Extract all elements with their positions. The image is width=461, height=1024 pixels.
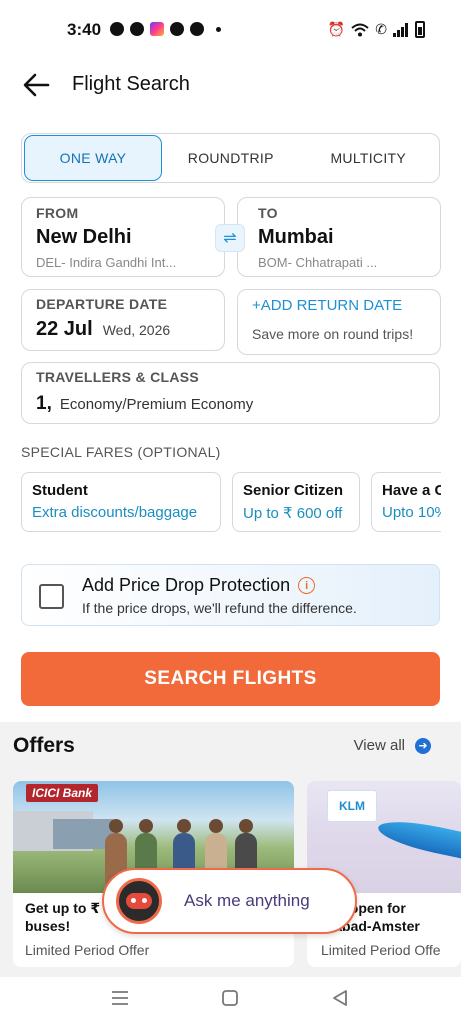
price-drop-title: Add Price Drop Protection xyxy=(82,575,291,595)
view-all-link[interactable]: View all ➜ xyxy=(354,737,431,754)
swap-cities-button[interactable]: ⇌ xyxy=(215,224,245,252)
fare-title: Senior Citizen xyxy=(243,482,344,499)
page-title: Flight Search xyxy=(72,73,190,95)
view-all-label: View all xyxy=(353,737,405,754)
to-airport: BOM- Chhatrapati ... xyxy=(258,255,378,270)
offer-text-line: buses! xyxy=(25,918,71,934)
fare-student[interactable]: Student Extra discounts/baggage xyxy=(21,472,221,532)
offer-text-line: Get up to ₹ xyxy=(25,900,101,916)
fare-subtitle: Up to ₹ 600 off xyxy=(243,505,343,522)
search-flights-button[interactable]: SEARCH FLIGHTS xyxy=(21,652,440,706)
recent-apps-icon[interactable] xyxy=(108,987,132,1009)
info-icon[interactable]: i xyxy=(298,577,316,594)
arrow-right-icon: ➜ xyxy=(415,737,431,754)
departure-date-field[interactable]: DEPARTURE DATE 22 Jul Wed, 2026 xyxy=(21,289,225,351)
special-fares-title: SPECIAL FARES (OPTIONAL) xyxy=(21,444,221,460)
offers-section: Offers View all ➜ ICICI Bank Get up to ₹… xyxy=(0,722,461,977)
tab-one-way[interactable]: ONE WAY xyxy=(24,135,162,181)
travel-class: Economy/Premium Economy xyxy=(59,396,254,413)
hotstar-icon xyxy=(190,22,204,36)
from-label: FROM xyxy=(36,205,79,221)
alarm-icon: ⏰ xyxy=(327,21,346,37)
status-bar: 3:40 ⏰ ✆ xyxy=(0,0,461,60)
fare-subtitle: Extra discounts/baggage xyxy=(32,504,198,521)
add-return-date-link[interactable]: +ADD RETURN DATE xyxy=(252,297,426,314)
fare-subtitle: Upto 10% xyxy=(382,504,441,521)
offers-title: Offers xyxy=(13,734,75,757)
price-drop-protection[interactable]: Add Price Drop Protection i If the price… xyxy=(21,564,440,626)
system-icons: ⏰ ✆ xyxy=(328,21,425,38)
icici-logo: ICICI Bank xyxy=(26,784,99,802)
to-field[interactable]: TO Mumbai BOM- Chhatrapati ... xyxy=(237,197,441,277)
airplane-image xyxy=(375,814,461,866)
fare-senior-citizen[interactable]: Senior Citizen Up to ₹ 600 off xyxy=(232,472,360,532)
price-drop-subtitle: If the price drops, we'll refund the dif… xyxy=(82,600,357,616)
ask-me-anything-button[interactable]: Ask me anything xyxy=(102,868,357,934)
travellers-label: TRAVELLERS & CLASS xyxy=(36,369,200,385)
travellers-class-field[interactable]: TRAVELLERS & CLASS 1, Economy/Premium Ec… xyxy=(21,362,440,424)
wifi-icon xyxy=(351,23,369,36)
departure-date: 22 Jul xyxy=(36,318,93,340)
offer-subtitle: Limited Period Offer xyxy=(25,942,150,958)
trip-type-tabs: ONE WAY ROUNDTRIP MULTICITY xyxy=(21,133,440,183)
status-time: 3:40 xyxy=(67,20,102,39)
battery-icon xyxy=(415,21,425,38)
wifi-call-icon: ✆ xyxy=(375,21,387,37)
return-promo-text: Save more on round trips! xyxy=(252,326,414,342)
from-airport: DEL- Indira Gandhi Int... xyxy=(36,255,177,270)
fare-title: Student xyxy=(32,482,88,499)
offer-subtitle: Limited Period Offe xyxy=(321,942,441,958)
klm-logo: KLM xyxy=(327,790,377,822)
chat-icon xyxy=(110,22,124,36)
home-icon[interactable] xyxy=(218,987,242,1009)
chatbot-icon xyxy=(116,878,162,924)
from-field[interactable]: FROM New Delhi DEL- Indira Gandhi Int... xyxy=(21,197,225,277)
messenger-icon xyxy=(130,22,144,36)
swap-icon: ⇌ xyxy=(223,230,237,247)
to-label: TO xyxy=(258,205,278,221)
app-icon xyxy=(150,22,164,36)
departure-weekday: Wed, 2026 xyxy=(102,322,171,338)
app-header: Flight Search xyxy=(0,60,461,110)
offer-text: Get up to ₹ buses! xyxy=(25,899,100,935)
more-notifications-icon xyxy=(216,26,221,32)
price-drop-checkbox[interactable] xyxy=(39,584,64,609)
tab-multicity[interactable]: MULTICITY xyxy=(300,135,438,181)
back-nav-icon[interactable] xyxy=(328,987,352,1009)
travellers-count: 1, xyxy=(36,393,52,414)
special-fares-list: Student Extra discounts/baggage Senior C… xyxy=(21,472,441,532)
facebook-icon xyxy=(170,22,184,36)
fare-title: Have a C xyxy=(382,482,441,499)
fare-other[interactable]: Have a C Upto 10% xyxy=(371,472,441,532)
ask-label: Ask me anything xyxy=(184,891,310,910)
departure-label: DEPARTURE DATE xyxy=(36,296,168,312)
system-nav-bar xyxy=(0,977,461,1024)
from-city: New Delhi xyxy=(36,226,132,248)
to-city: Mumbai xyxy=(258,226,334,248)
tab-roundtrip[interactable]: ROUNDTRIP xyxy=(162,135,300,181)
notification-icons xyxy=(110,22,221,36)
signal-icon xyxy=(393,22,408,37)
return-date-field[interactable]: +ADD RETURN DATE Save more on round trip… xyxy=(237,289,441,355)
back-arrow-icon[interactable] xyxy=(22,72,50,98)
